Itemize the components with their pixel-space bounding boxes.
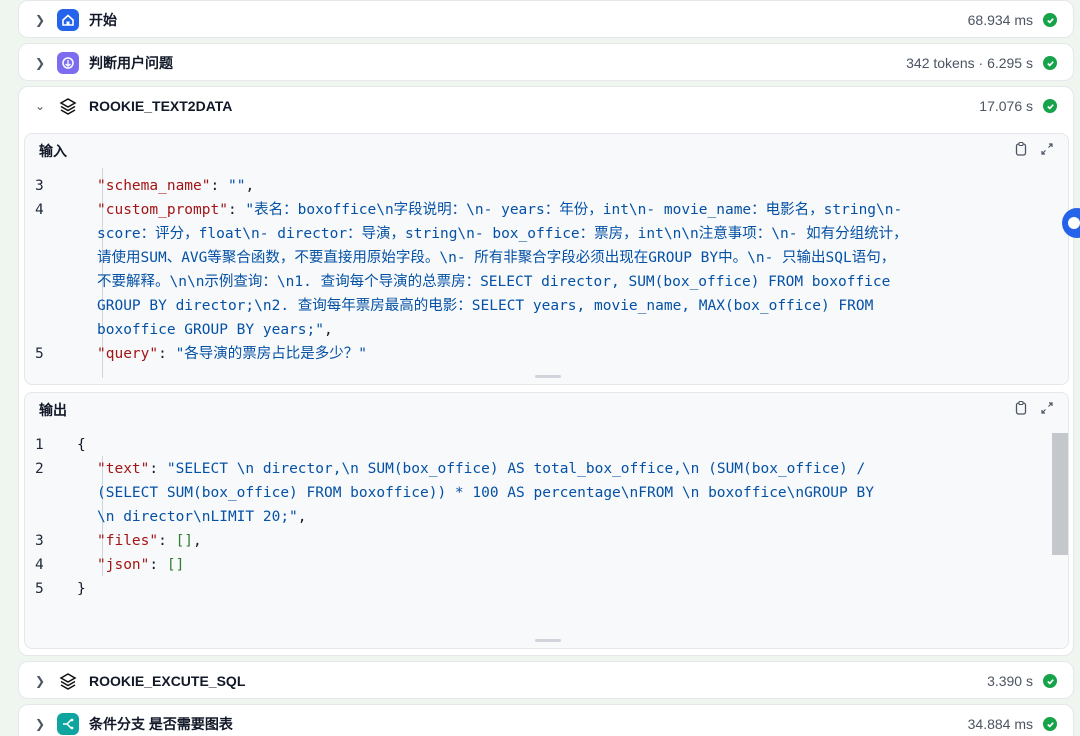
expand-icon[interactable] bbox=[1040, 401, 1054, 420]
success-check-icon bbox=[1043, 717, 1057, 731]
code-token: \n director\nLIMIT 20;" bbox=[97, 509, 298, 525]
expand-icon[interactable] bbox=[1040, 142, 1054, 161]
copy-icon[interactable] bbox=[1014, 141, 1028, 162]
code-line: 不要解释。\n\n示例查询：\n1. 查询每个导演的总票房：SELECT dir… bbox=[97, 270, 1052, 294]
code-token: [] bbox=[166, 557, 185, 573]
node-condition-branch[interactable]: ❯ 条件分支 是否需要图表 34.884 ms bbox=[18, 704, 1074, 736]
tool-plugin-icon bbox=[57, 670, 79, 692]
classifier-icon bbox=[57, 52, 79, 74]
code-token: "files" bbox=[97, 533, 159, 549]
code-token: : bbox=[158, 533, 176, 549]
success-check-icon bbox=[1043, 56, 1057, 70]
code-line: GROUP BY director;\n2. 查询每年票房最高的电影：SELEC… bbox=[97, 294, 1052, 318]
code-token: "text" bbox=[97, 461, 150, 477]
code-token: (SELECT SUM(box_office) FROM boxoffice))… bbox=[97, 485, 874, 501]
code-line: "custom_prompt": "表名：boxoffice\n字段说明：\n-… bbox=[97, 198, 1052, 222]
node-title: 判断用户问题 bbox=[89, 55, 173, 71]
output-panel: 输出 1 {2 "text": "SELECT \n director,\n SUM… bbox=[24, 392, 1069, 649]
code-token: [] bbox=[175, 533, 194, 549]
code-token: "各导演的票房占比是多少？" bbox=[175, 346, 368, 362]
code-token: GROUP BY director;\n2. 查询每年票房最高的电影：SELEC… bbox=[97, 298, 874, 314]
code-token: , bbox=[297, 509, 307, 525]
chevron-down-icon[interactable]: ⌄ bbox=[31, 99, 49, 113]
tool-plugin-icon bbox=[57, 95, 79, 117]
success-check-icon bbox=[1043, 13, 1057, 27]
code-token: , bbox=[323, 322, 333, 338]
line-number: 5 bbox=[35, 346, 44, 362]
success-check-icon bbox=[1043, 674, 1057, 688]
panel-title: 输出 bbox=[39, 402, 67, 418]
code-line: 请使用SUM、AVG等聚合函数，不要直接用原始字段。\n- 所有非聚合字段必须出… bbox=[97, 246, 1052, 270]
code-token: "json" bbox=[97, 557, 150, 573]
code-line: "query": "各导演的票房占比是多少？" bbox=[97, 342, 1052, 366]
copy-icon[interactable] bbox=[1014, 400, 1028, 421]
code-token: 请使用SUM、AVG等聚合函数，不要直接用原始字段。\n- 所有非聚合字段必须出… bbox=[97, 250, 896, 266]
node-title: 条件分支 是否需要图表 bbox=[89, 716, 233, 732]
node-title: ROOKIE_TEXT2DATA bbox=[89, 98, 233, 114]
node-duration: 342 tokens · 6.295 s bbox=[906, 55, 1033, 71]
line-number: 3 bbox=[35, 533, 44, 549]
line-number: 5 bbox=[35, 581, 44, 597]
node-duration: 3.390 s bbox=[987, 673, 1033, 689]
line-number: 2 bbox=[35, 461, 44, 477]
code-token: score：评分，float\n- director：导演，string\n- … bbox=[97, 226, 908, 242]
code-token: , bbox=[245, 178, 255, 194]
code-token: } bbox=[77, 581, 86, 597]
chevron-right-icon[interactable]: ❯ bbox=[31, 674, 49, 688]
line-number: 3 bbox=[35, 178, 44, 194]
chevron-right-icon[interactable]: ❯ bbox=[31, 13, 49, 27]
resize-handle[interactable] bbox=[535, 639, 561, 642]
code-token: : bbox=[158, 346, 176, 362]
code-line: } bbox=[77, 577, 1032, 601]
code-token: , bbox=[193, 533, 202, 549]
line-number: 1 bbox=[35, 437, 44, 453]
node-title: 开始 bbox=[89, 12, 117, 28]
panel-title: 输入 bbox=[39, 143, 67, 159]
code-token: : bbox=[149, 461, 167, 477]
branch-icon bbox=[57, 713, 79, 735]
node-duration: 34.884 ms bbox=[967, 716, 1033, 732]
code-line: \n director\nLIMIT 20;", bbox=[97, 505, 1052, 529]
code-token: "schema_name" bbox=[97, 178, 211, 194]
code-token: boxoffice GROUP BY years;" bbox=[97, 322, 324, 338]
code-token: : bbox=[227, 202, 246, 218]
code-line: boxoffice GROUP BY years;", bbox=[97, 318, 1052, 342]
code-token: "SELECT \n director,\n SUM(box_office) A… bbox=[166, 461, 866, 477]
code-line: (SELECT SUM(box_office) FROM boxoffice))… bbox=[97, 481, 1052, 505]
code-line: "json": [] bbox=[97, 553, 1052, 577]
code-line: "schema_name": "", bbox=[97, 174, 1052, 198]
code-token: : bbox=[210, 178, 228, 194]
node-rookie-excute-sql[interactable]: ❯ ROOKIE_EXCUTE_SQL 3.390 s bbox=[18, 661, 1074, 699]
code-token: "custom_prompt" bbox=[97, 202, 228, 218]
code-token: "query" bbox=[97, 346, 159, 362]
code-token: { bbox=[77, 437, 86, 453]
node-duration: 17.076 s bbox=[979, 98, 1033, 114]
code-line: "files": [], bbox=[97, 529, 1052, 553]
home-icon bbox=[57, 9, 79, 31]
node-duration: 68.934 ms bbox=[967, 12, 1033, 28]
node-start[interactable]: ❯ 开始 68.934 ms bbox=[18, 0, 1074, 38]
code-line: { bbox=[77, 433, 1032, 457]
code-token: : bbox=[149, 557, 167, 573]
code-token: "表名：boxoffice\n字段说明：\n- years：年份，int\n- … bbox=[245, 202, 903, 218]
node-judge-question[interactable]: ❯ 判断用户问题 342 tokens · 6.295 s bbox=[18, 43, 1074, 81]
line-number: 4 bbox=[35, 557, 44, 573]
chevron-right-icon[interactable]: ❯ bbox=[31, 717, 49, 731]
input-panel: 输入 3 "schema_name": "", 4 "custom_prompt": … bbox=[24, 133, 1069, 385]
code-token: 不要解释。\n\n示例查询：\n1. 查询每个导演的总票房：SELECT dir… bbox=[97, 274, 891, 290]
code-line: "text": "SELECT \n director,\n SUM(box_o… bbox=[97, 457, 1052, 481]
scrollbar-thumb[interactable] bbox=[1052, 433, 1068, 555]
resize-handle[interactable] bbox=[535, 375, 561, 378]
chevron-right-icon[interactable]: ❯ bbox=[31, 56, 49, 70]
success-check-icon bbox=[1043, 99, 1057, 113]
code-line: score：评分，float\n- director：导演，string\n- … bbox=[97, 222, 1052, 246]
line-number: 4 bbox=[35, 202, 44, 218]
code-token: "" bbox=[227, 178, 246, 194]
node-title: ROOKIE_EXCUTE_SQL bbox=[89, 673, 246, 689]
